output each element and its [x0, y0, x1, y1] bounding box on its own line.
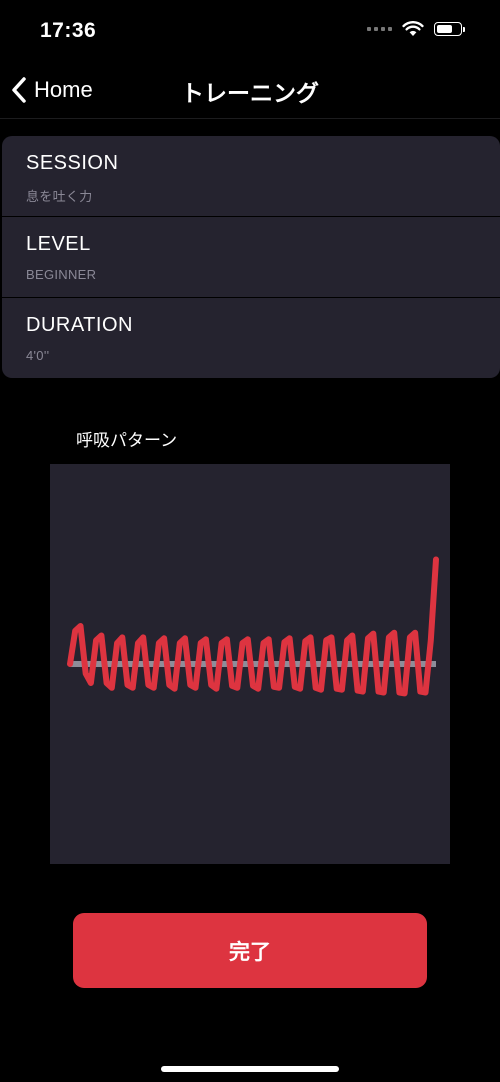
cellular-signal-icon	[367, 27, 392, 31]
session-value: 息を吐く力	[26, 189, 93, 204]
session-info-card: SESSION 息を吐く力 LEVEL BEGINNER DURATION 4'…	[2, 136, 500, 378]
battery-icon	[434, 22, 465, 36]
wifi-icon	[402, 21, 424, 36]
home-indicator	[161, 1066, 339, 1072]
duration-row: DURATION 4'0''	[2, 297, 500, 378]
done-button[interactable]: 完了	[73, 913, 427, 988]
chart-title: 呼吸パターン	[76, 431, 178, 450]
status-icons	[367, 21, 465, 37]
level-value: BEGINNER	[26, 267, 97, 282]
breathing-series-line	[67, 556, 439, 697]
level-title: LEVEL	[26, 233, 91, 255]
duration-value: 4'0''	[26, 348, 50, 363]
duration-title: DURATION	[26, 314, 133, 336]
session-title: SESSION	[26, 152, 119, 174]
status-time: 17:36	[40, 19, 97, 42]
level-row: LEVEL BEGINNER	[2, 216, 500, 297]
breathing-pattern-chart	[50, 464, 450, 864]
navigation-bar: Home トレーニング	[0, 64, 500, 119]
page-title: トレーニング	[181, 80, 319, 106]
status-bar: 17:36	[0, 0, 500, 64]
session-row: SESSION 息を吐く力	[2, 136, 500, 216]
chart-canvas	[67, 556, 439, 697]
